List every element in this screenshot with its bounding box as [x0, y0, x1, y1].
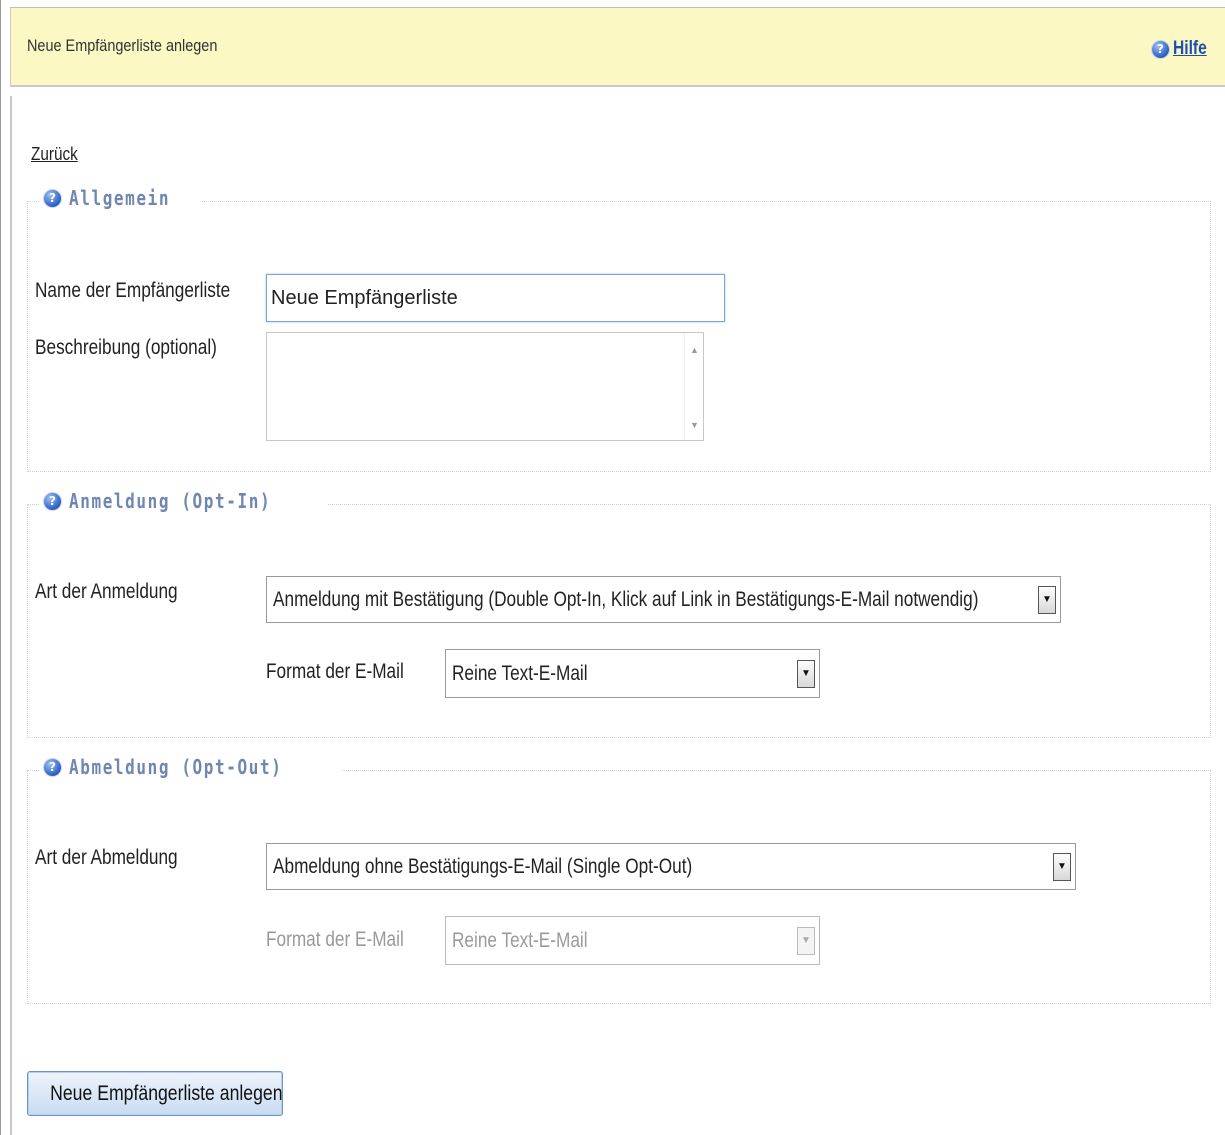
optin-type-value: Anmeldung mit Bestätigung (Double Opt-In…	[273, 587, 979, 611]
optin-format-select[interactable]: Reine Text-E-Mail ▼	[445, 649, 820, 698]
help-icon[interactable]: ?	[44, 189, 61, 207]
description-textarea[interactable]: ▲ ▼	[266, 332, 704, 441]
section-optout-title: Abmeldung (Opt-Out)	[69, 755, 283, 779]
optout-type-value: Abmeldung ohne Bestätigungs-E-Mail (Sing…	[273, 854, 693, 878]
help-link-group[interactable]: ? Hilfe	[1151, 38, 1214, 60]
create-list-button-label: Neue Empfängerliste anlegen	[50, 1081, 283, 1105]
chevron-down-icon: ▼	[797, 926, 815, 955]
page: Neue Empfängerliste anlegen ? Hilfe Zurü…	[0, 0, 1225, 1135]
help-icon[interactable]: ?	[44, 492, 61, 510]
content-left-border	[10, 96, 12, 1135]
help-link[interactable]: Hilfe	[1173, 38, 1207, 60]
optout-format-label: Format der E-Mail	[266, 928, 404, 951]
optin-format-label: Format der E-Mail	[266, 660, 404, 683]
help-icon[interactable]: ?	[44, 758, 61, 776]
scroll-down-icon[interactable]: ▼	[690, 420, 699, 430]
optin-type-label: Art der Anmeldung	[35, 580, 178, 603]
create-list-button[interactable]: Neue Empfängerliste anlegen	[27, 1071, 283, 1116]
section-optout-legend: ? Abmeldung (Opt-Out)	[40, 755, 342, 779]
description-scrollbar[interactable]: ▲ ▼	[684, 333, 703, 440]
optout-type-label: Art der Abmeldung	[35, 846, 178, 869]
optin-type-select[interactable]: Anmeldung mit Bestätigung (Double Opt-In…	[266, 576, 1061, 623]
optout-format-select: Reine Text-E-Mail ▼	[445, 916, 820, 965]
chevron-down-icon[interactable]: ▼	[1053, 852, 1071, 881]
help-icon[interactable]: ?	[1151, 40, 1169, 58]
optout-type-select[interactable]: Abmeldung ohne Bestätigungs-E-Mail (Sing…	[266, 843, 1076, 890]
page-title: Neue Empfängerliste anlegen	[27, 36, 218, 55]
section-general-title: Allgemein	[69, 186, 171, 210]
list-name-label: Name der Empfängerliste	[35, 279, 231, 302]
scroll-up-icon[interactable]: ▲	[690, 345, 699, 355]
optout-format-value: Reine Text-E-Mail	[452, 928, 588, 952]
page-header: Neue Empfängerliste anlegen ? Hilfe	[10, 7, 1225, 87]
chevron-down-icon[interactable]: ▼	[797, 659, 815, 688]
optin-format-value: Reine Text-E-Mail	[452, 661, 588, 685]
section-optin-legend: ? Anmeldung (Opt-In)	[40, 489, 328, 513]
back-link[interactable]: Zurück	[31, 144, 78, 165]
chevron-down-icon[interactable]: ▼	[1038, 585, 1056, 614]
section-optin-title: Anmeldung (Opt-In)	[69, 489, 272, 513]
section-general-legend: ? Allgemein	[40, 186, 202, 210]
list-name-input[interactable]	[266, 274, 725, 322]
description-label: Beschreibung (optional)	[35, 336, 217, 359]
